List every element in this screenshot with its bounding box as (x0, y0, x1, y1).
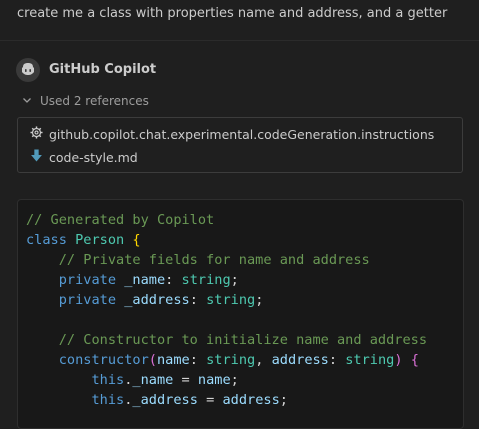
code-token: this (91, 372, 125, 388)
code-token: = (173, 372, 198, 388)
code-token: class (26, 232, 67, 248)
gear-icon (30, 126, 43, 142)
code-token: = (197, 392, 223, 408)
code-token: name (197, 372, 231, 388)
code-token: { (410, 352, 419, 368)
code-token: : (189, 352, 207, 368)
code-token: _address (132, 392, 198, 408)
code-line: // Generated by Copilot (26, 210, 427, 230)
code-token: : (165, 272, 182, 288)
code-token: constructor (58, 352, 149, 368)
message-divider (0, 40, 479, 41)
code-token: , (255, 352, 272, 368)
code-line: // Constructor to initialize name and ad… (26, 330, 427, 350)
code-line: class Person { (26, 230, 427, 250)
code-token: _address (124, 292, 190, 308)
code-token: : (328, 352, 346, 368)
code-token: this (91, 392, 125, 408)
code-token: string (206, 292, 256, 308)
code-token: name (156, 352, 190, 368)
code-token: ; (279, 392, 288, 408)
code-line: private _address: string; (26, 290, 427, 310)
reference-label: github.copilot.chat.experimental.codeGen… (49, 126, 435, 142)
code-token: { (132, 232, 141, 248)
code-token: address (222, 392, 280, 408)
code-line: this._name = name; (26, 370, 427, 390)
code-token: // Generated by Copilot (26, 212, 215, 228)
code-token: ; (255, 292, 264, 308)
user-message: create me a class with properties name a… (17, 6, 448, 21)
code-token: Person (75, 232, 125, 248)
reference-label: code-style.md (49, 149, 138, 165)
chevron-down-icon (22, 94, 32, 108)
markdown-file-icon (30, 149, 43, 165)
references-toggle-label: Used 2 references (40, 94, 149, 108)
code-token: private (58, 292, 117, 308)
copilot-icon (20, 61, 36, 80)
references-toggle[interactable]: Used 2 references (22, 94, 149, 108)
code-token: string (206, 352, 256, 368)
code-token: string (181, 272, 231, 288)
references-list: github.copilot.chat.experimental.codeGen… (17, 117, 463, 173)
copilot-avatar (16, 58, 40, 82)
code-token: // Private fields for name and address (26, 252, 370, 268)
responder-name: GitHub Copilot (49, 62, 157, 77)
code-token: // Constructor to initialize name and ad… (26, 332, 428, 348)
code-token: _name (124, 272, 166, 288)
code-token: ; (230, 372, 239, 388)
code-line: private _name: string; (26, 270, 427, 290)
code-token: string (345, 352, 395, 368)
code-token: _name (132, 372, 174, 388)
code-line: constructor(name: string, address: strin… (26, 350, 427, 370)
code-token: ) (394, 352, 403, 368)
code-token: : (189, 292, 207, 308)
code-line: // Private fields for name and address (26, 250, 427, 270)
code-token: ; (230, 272, 239, 288)
reference-item-code-style[interactable]: code-style.md (30, 149, 138, 165)
code-line: this._address = address; (26, 390, 427, 410)
reference-item-instructions[interactable]: github.copilot.chat.experimental.codeGen… (30, 126, 434, 142)
code-content: // Generated by Copilot class Person { //… (26, 210, 427, 410)
code-block[interactable]: // Generated by Copilot class Person { //… (17, 199, 464, 429)
code-token: private (58, 272, 117, 288)
code-token: ( (148, 352, 157, 368)
code-token: address (271, 352, 329, 368)
